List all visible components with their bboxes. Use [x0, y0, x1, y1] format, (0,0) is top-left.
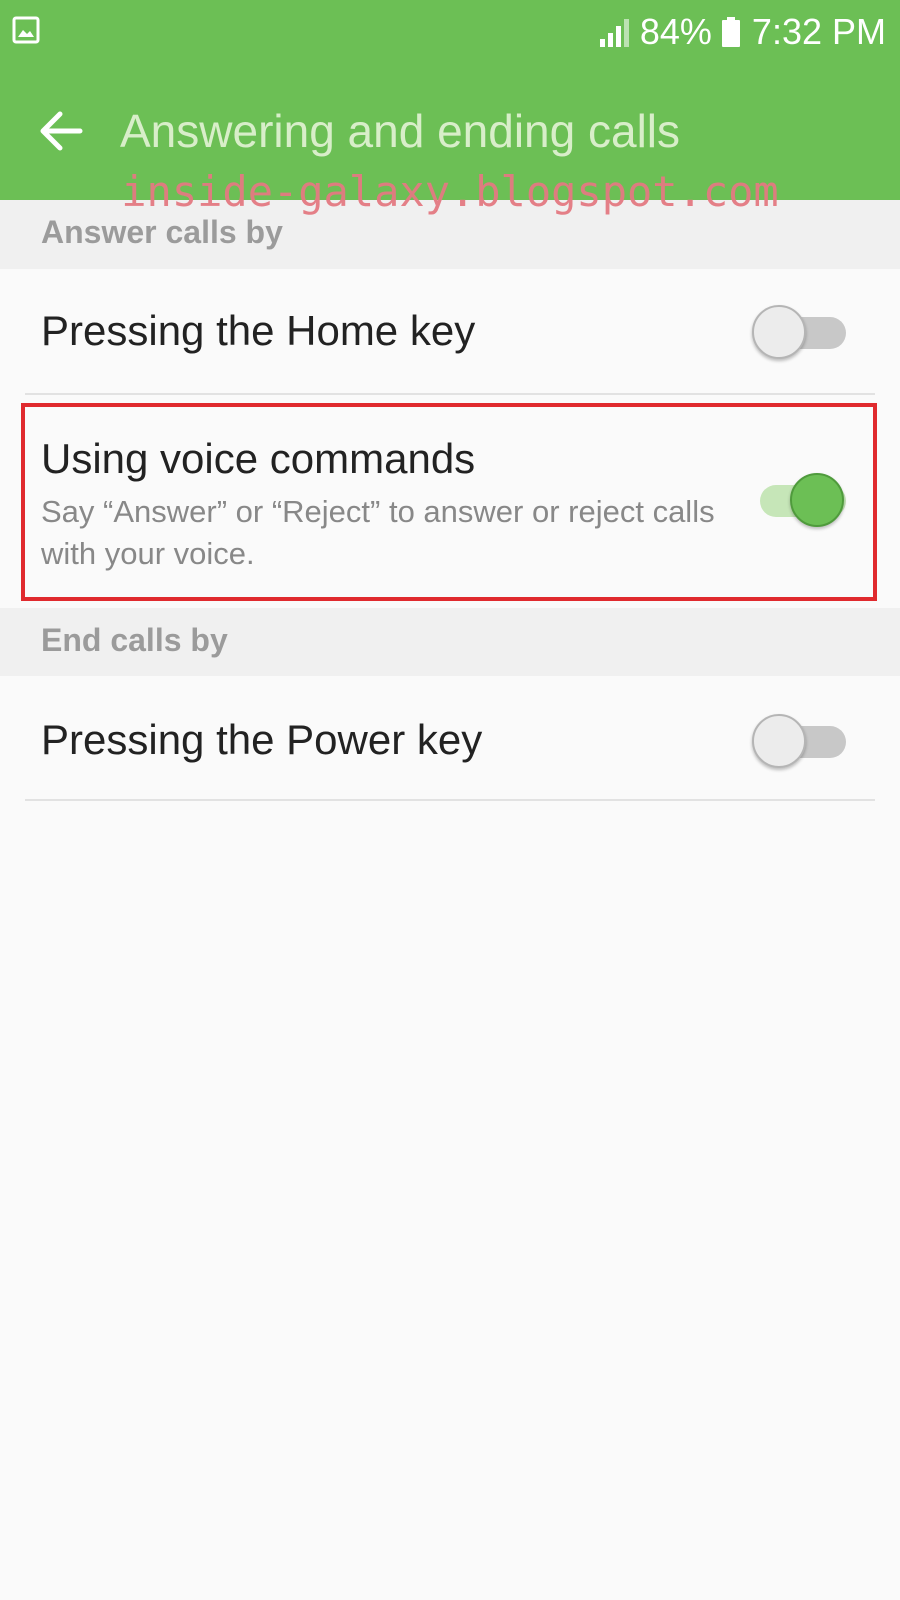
divider — [25, 393, 875, 395]
section-header-end: End calls by — [0, 608, 900, 676]
watermark: inside-galaxy.blogspot.com — [121, 167, 779, 216]
section-header-answer-label: Answer calls by — [41, 214, 283, 250]
setting-power-key[interactable]: Pressing the Power key — [0, 676, 900, 800]
arrow-left-icon[interactable] — [38, 108, 84, 154]
status-bar: 84% 7:32 PM — [0, 0, 900, 62]
setting-home-key-title: Pressing the Home key — [41, 307, 476, 354]
clock: 7:32 PM — [751, 11, 886, 52]
battery-icon — [721, 17, 740, 47]
section-header-end-label: End calls by — [41, 622, 228, 658]
toggle-thumb — [790, 473, 844, 527]
status-indicators: 84% 7:32 PM — [598, 8, 886, 56]
setting-power-key-title: Pressing the Power key — [41, 716, 483, 763]
setting-voice-commands-description: Say “Answer” or “Reject” to answer or re… — [41, 494, 715, 571]
setting-voice-commands-title: Using voice commands — [41, 435, 476, 482]
divider — [25, 799, 875, 801]
battery-percent: 84% — [639, 11, 712, 52]
toggle-thumb — [752, 714, 806, 768]
gallery-icon — [12, 16, 40, 44]
signal-icon — [599, 19, 629, 47]
setting-home-key[interactable]: Pressing the Home key — [0, 269, 900, 395]
toggle-thumb — [752, 305, 806, 359]
voice-commands-toggle[interactable] — [752, 469, 852, 529]
setting-voice-commands[interactable]: Using voice commands Say “Answer” or “Re… — [0, 407, 900, 597]
home-key-toggle[interactable] — [752, 301, 852, 361]
power-key-toggle[interactable] — [752, 710, 852, 770]
page-title: Answering and ending calls — [120, 105, 681, 157]
